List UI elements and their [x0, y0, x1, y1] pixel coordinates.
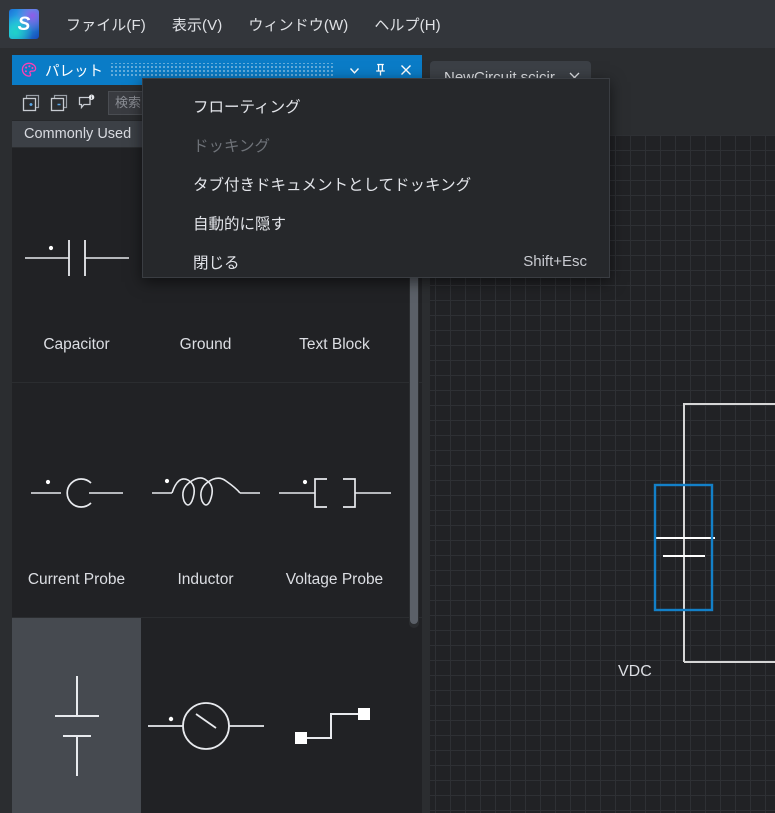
wire-symbol-icon [275, 676, 395, 776]
palette-title-label: パレット [45, 63, 103, 80]
ctx-close[interactable]: 閉じる Shift+Esc [143, 242, 609, 281]
battery-symbol-icon [17, 676, 137, 776]
menu-bar: S ファイル(F) 表示(V) ウィンドウ(W) ヘルプ(H) [0, 0, 775, 48]
palette-item-meter[interactable] [141, 618, 270, 813]
voltage-probe-symbol-icon [275, 441, 395, 541]
palette-item-label: Inductor [177, 571, 234, 588]
inductor-symbol-icon [146, 441, 266, 541]
palette-item-battery[interactable] [12, 618, 141, 813]
palette-item-label: Current Probe [27, 571, 126, 588]
tooltip-toggle-button[interactable]: i [74, 90, 100, 116]
palette-icon [20, 61, 38, 79]
palette-item-label: Voltage Probe [285, 571, 384, 588]
capacitor-symbol-icon [17, 206, 137, 306]
menu-file[interactable]: ファイル(F) [53, 8, 159, 41]
application-window: S ファイル(F) 表示(V) ウィンドウ(W) ヘルプ(H) NewCircu… [0, 0, 775, 813]
panel-drag-grip[interactable] [111, 63, 334, 77]
ctx-item-label: タブ付きドキュメントとしてドッキング [193, 176, 472, 194]
ctx-item-label: フローティング [193, 98, 301, 116]
expand-all-button[interactable] [18, 90, 44, 116]
ctx-floating[interactable]: フローティング [143, 86, 609, 125]
palette-item-capacitor[interactable]: Capacitor [12, 148, 141, 382]
menu-view[interactable]: 表示(V) [159, 8, 236, 41]
palette-item-inductor[interactable]: Inductor [141, 383, 270, 617]
vdc-component-label: VDC [618, 663, 652, 680]
circuit-wires [683, 403, 775, 663]
palette-item-label: Text Block [299, 336, 370, 353]
ctx-item-label: 自動的に隠す [193, 215, 287, 233]
palette-item-label: Ground [179, 336, 232, 353]
ctx-docking: ドッキング [143, 125, 609, 164]
scicircuit-app-icon[interactable]: S [9, 9, 39, 39]
ctx-item-shortcut: Shift+Esc [523, 253, 587, 270]
ctx-auto-hide[interactable]: 自動的に隠す [143, 203, 609, 242]
svg-text:i: i [91, 95, 92, 100]
menu-window[interactable]: ウィンドウ(W) [235, 8, 361, 41]
ctx-item-label: 閉じる [193, 254, 240, 272]
ctx-dock-as-tabbed-document[interactable]: タブ付きドキュメントとしてドッキング [143, 164, 609, 203]
ctx-item-label: ドッキング [193, 137, 271, 155]
collapse-all-button[interactable] [46, 90, 72, 116]
menu-items: ファイル(F) 表示(V) ウィンドウ(W) ヘルプ(H) [53, 8, 454, 41]
palette-item-label: Capacitor [43, 336, 110, 353]
current-probe-symbol-icon [17, 441, 137, 541]
palette-item-current-probe[interactable]: Current Probe [12, 383, 141, 617]
meter-symbol-icon [146, 676, 266, 776]
palette-item-voltage-probe[interactable]: Voltage Probe [270, 383, 399, 617]
app-icon-letter: S [17, 13, 31, 35]
panel-context-menu: フローティング ドッキング タブ付きドキュメントとしてドッキング 自動的に隠す … [142, 78, 610, 278]
palette-item-wire[interactable] [270, 618, 399, 813]
menu-help[interactable]: ヘルプ(H) [361, 8, 453, 41]
